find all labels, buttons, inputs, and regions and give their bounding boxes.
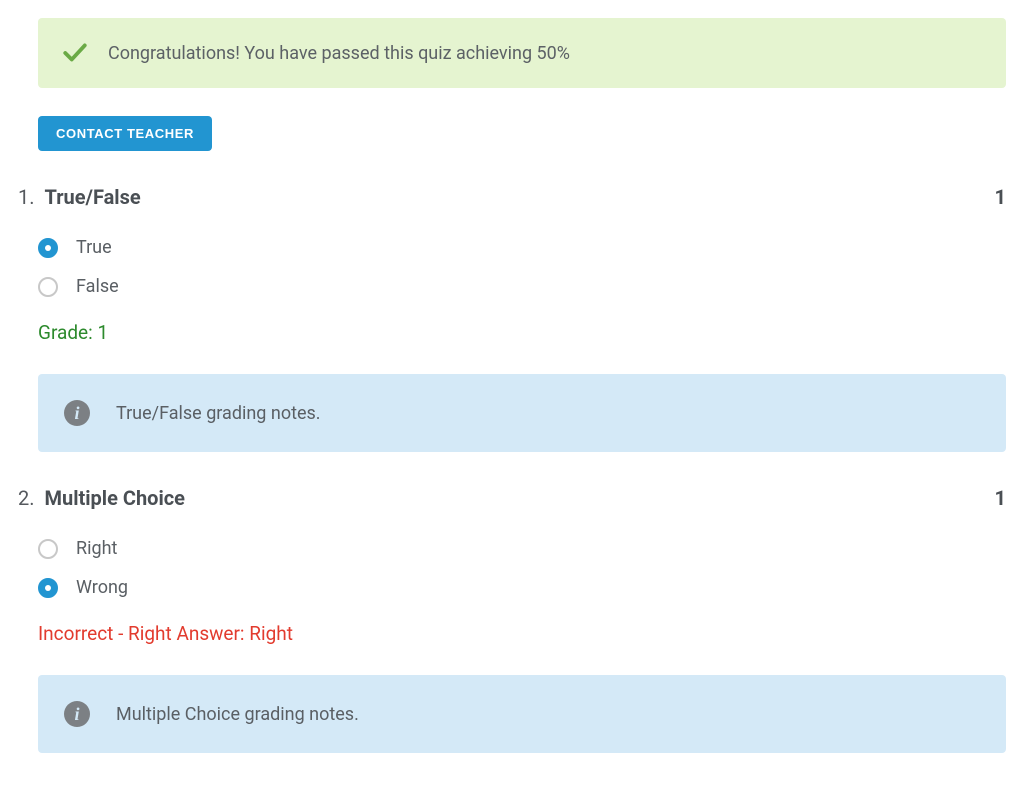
question-title: True/False — [44, 185, 140, 209]
grading-notes-box: i True/False grading notes. — [38, 374, 1006, 452]
question-1: 1. True/False 1 True False Grade: 1 i Tr… — [18, 185, 1006, 452]
grading-notes-box: i Multiple Choice grading notes. — [38, 675, 1006, 753]
option-false[interactable]: False — [38, 276, 1006, 297]
check-icon — [62, 40, 88, 66]
grading-notes-text: Multiple Choice grading notes. — [116, 704, 359, 725]
radio-icon — [38, 238, 58, 258]
option-true[interactable]: True — [38, 237, 1006, 258]
question-options: True False — [38, 237, 1006, 297]
question-header: 2. Multiple Choice 1 — [18, 486, 1006, 510]
question-number: 1. — [18, 185, 35, 209]
option-label: Right — [76, 538, 117, 559]
option-label: False — [76, 276, 119, 297]
question-2: 2. Multiple Choice 1 Right Wrong Incorre… — [18, 486, 1006, 753]
question-header: 1. True/False 1 — [18, 185, 1006, 209]
grade-feedback: Incorrect - Right Answer: Right — [38, 622, 1006, 645]
contact-teacher-button[interactable]: Contact Teacher — [38, 116, 212, 151]
option-right[interactable]: Right — [38, 538, 1006, 559]
radio-icon — [38, 578, 58, 598]
success-message: Congratulations! You have passed this qu… — [108, 43, 570, 64]
info-icon: i — [64, 701, 90, 727]
question-title: Multiple Choice — [44, 486, 184, 510]
radio-icon — [38, 539, 58, 559]
grading-notes-text: True/False grading notes. — [116, 403, 321, 424]
question-points: 1 — [995, 185, 1006, 209]
info-icon: i — [64, 400, 90, 426]
question-options: Right Wrong — [38, 538, 1006, 598]
option-wrong[interactable]: Wrong — [38, 577, 1006, 598]
option-label: Wrong — [76, 577, 128, 598]
grade-feedback: Grade: 1 — [38, 321, 1006, 344]
option-label: True — [76, 237, 112, 258]
question-number: 2. — [18, 486, 35, 510]
question-points: 1 — [995, 486, 1006, 510]
success-banner: Congratulations! You have passed this qu… — [38, 18, 1006, 88]
radio-icon — [38, 277, 58, 297]
